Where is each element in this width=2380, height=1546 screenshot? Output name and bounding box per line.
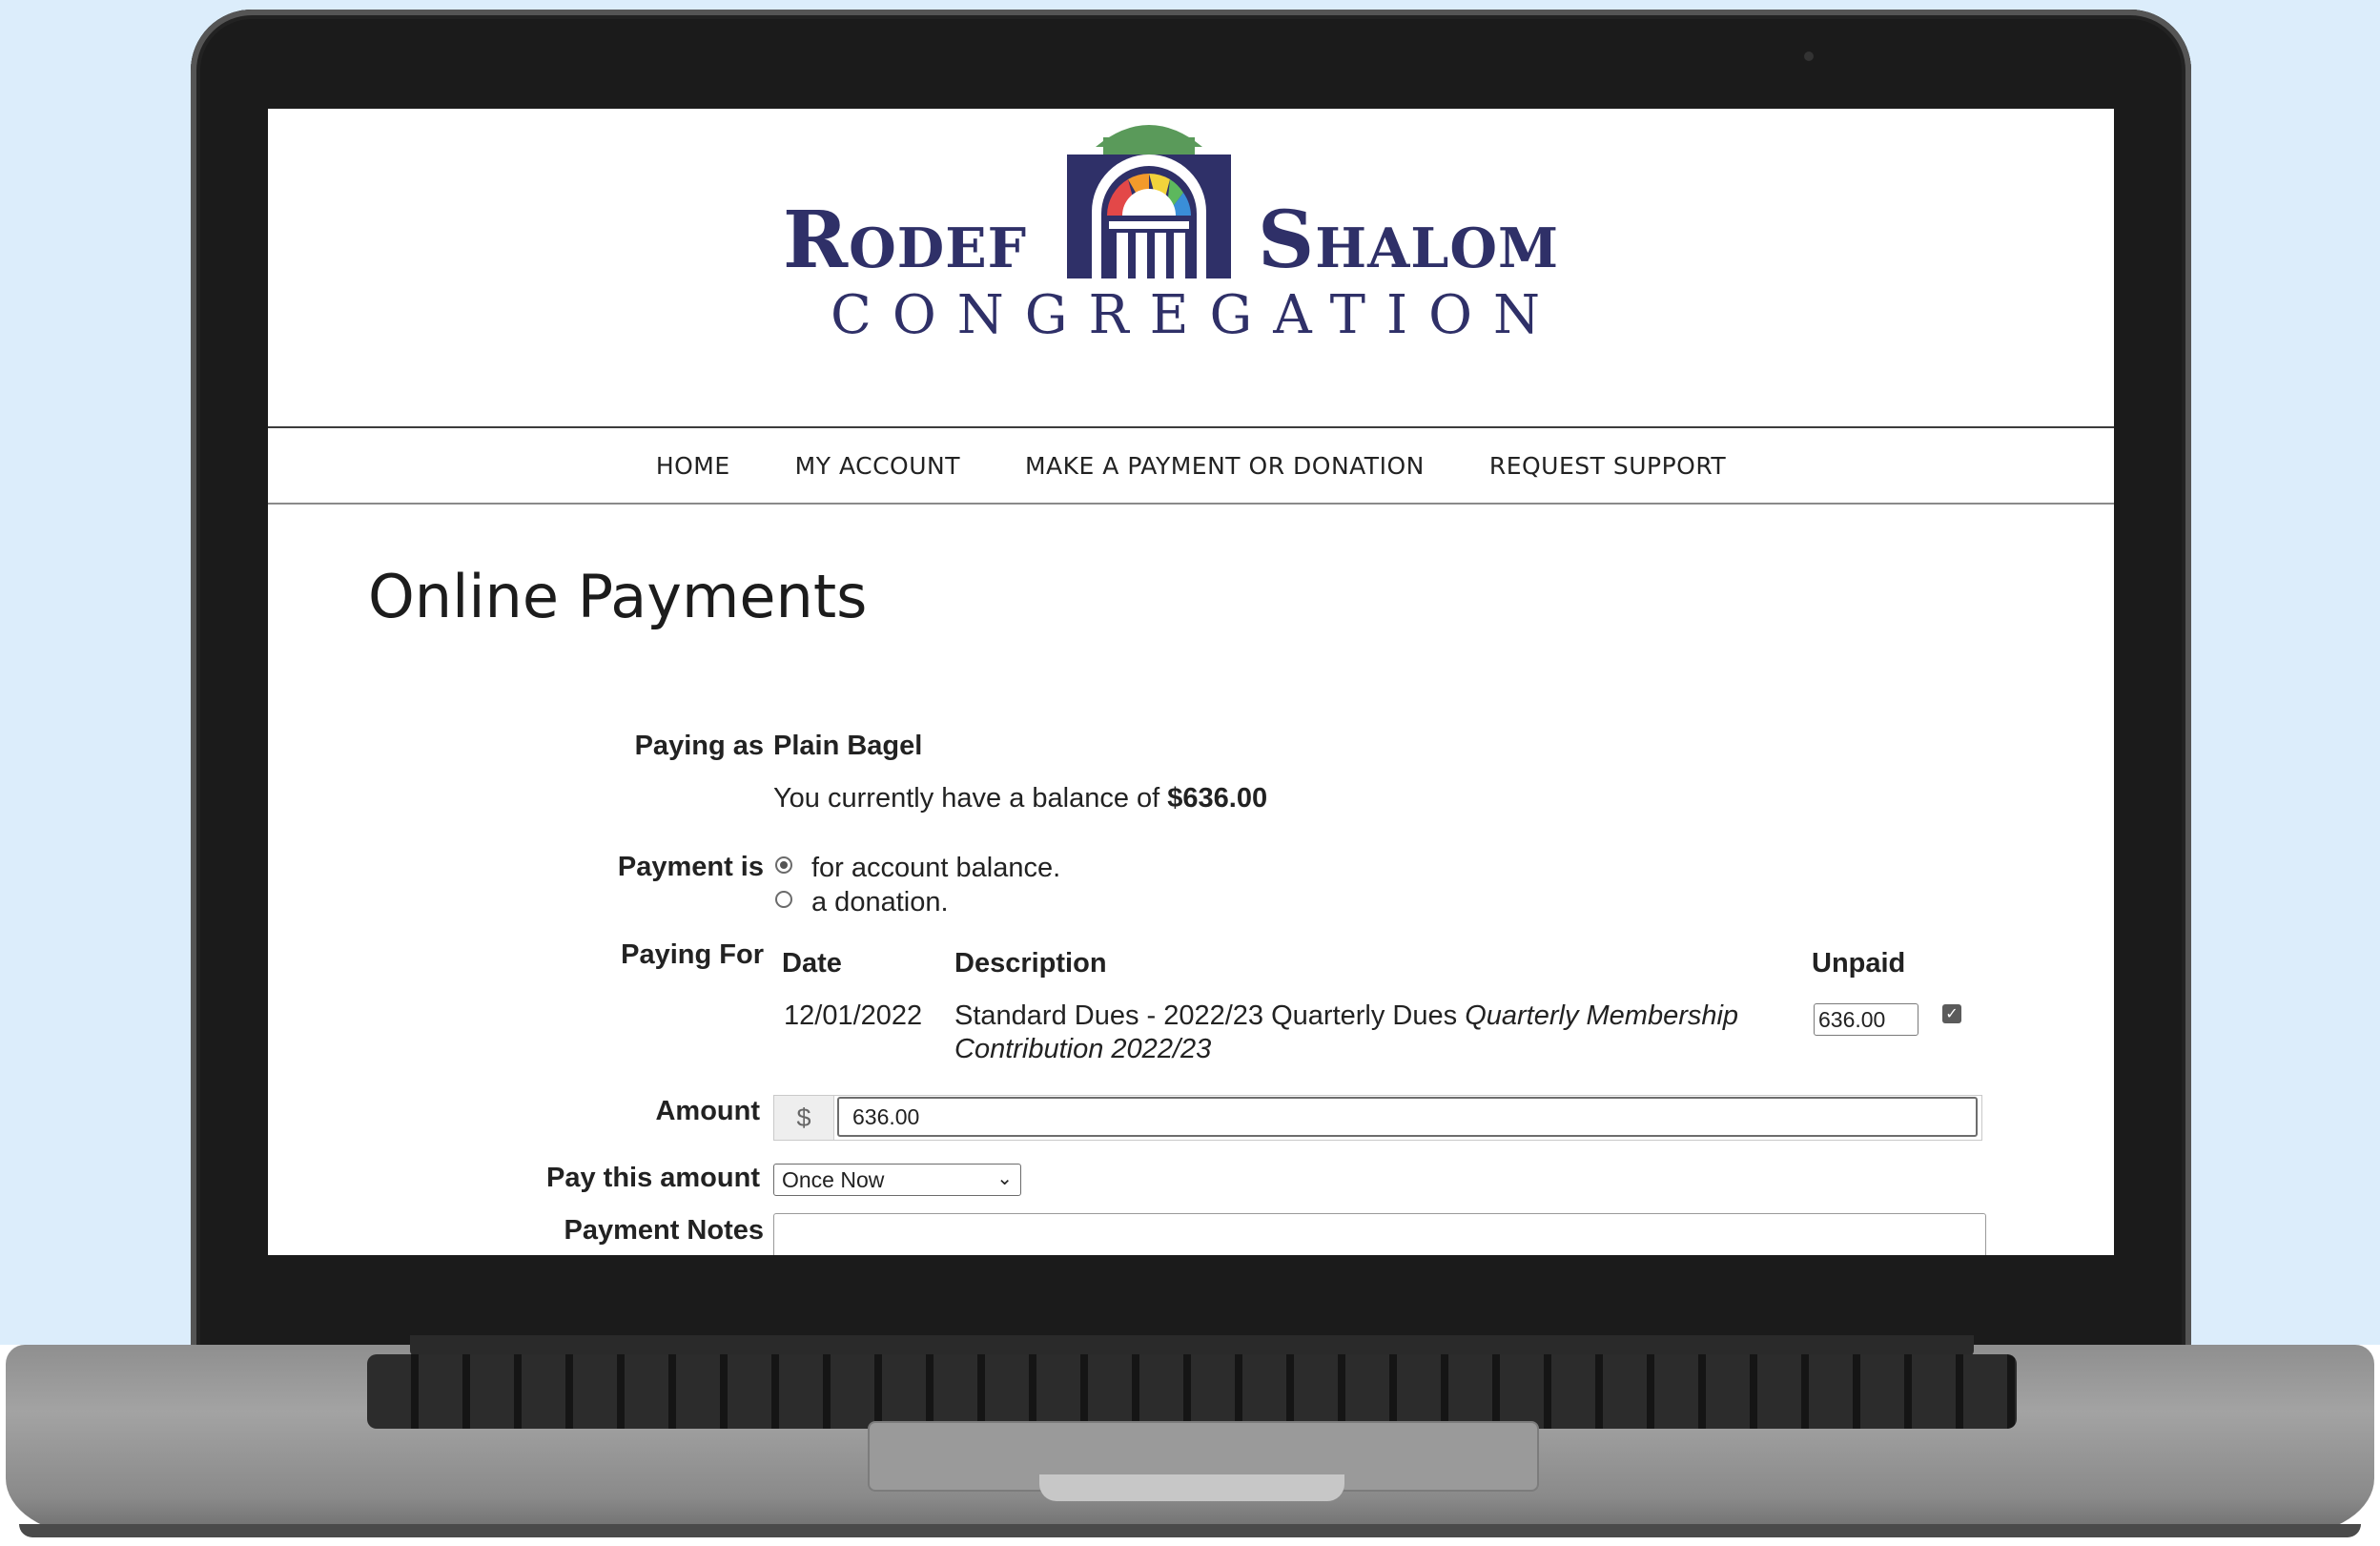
balance-value: $636.00 (1167, 783, 1268, 814)
row-date: 12/01/2022 (784, 1000, 923, 1031)
laptop-notch (1039, 1474, 1344, 1501)
balance-text: You currently have a balance of $636.00 (773, 783, 1267, 814)
paying-as-label: Paying as (634, 731, 764, 761)
col-header-description: Description (954, 948, 1107, 979)
frequency-selected-value: Once Now (782, 1167, 885, 1192)
logo-subtitle: Congregation (831, 284, 1562, 346)
frequency-select[interactable]: Once Now ⌄ (773, 1164, 1021, 1196)
balance-prefix: You currently have a balance of (773, 783, 1168, 814)
row-description-italic-2: Contribution 2022/23 (954, 1034, 1212, 1064)
option-donation-label[interactable]: a donation. (811, 887, 949, 918)
radio-donation[interactable] (775, 891, 792, 908)
payment-notes-input[interactable] (773, 1213, 1986, 1255)
amount-label: Amount (655, 1096, 760, 1126)
frequency-label: Pay this amount (546, 1163, 760, 1193)
row-description-main: Standard Dues - 2022/23 Quarterly Dues (954, 1000, 1466, 1031)
col-header-unpaid: Unpaid (1812, 948, 1906, 979)
page-title: Online Payments (368, 562, 868, 631)
laptop-keyboard (367, 1354, 2017, 1429)
col-header-date: Date (782, 948, 842, 979)
nav-my-account[interactable]: MY ACCOUNT (795, 452, 960, 480)
site-logo[interactable]: Rodef Shalom Congregation (268, 109, 2114, 423)
row-description-italic: Quarterly Membership (1465, 1000, 1739, 1031)
camera-icon (1804, 52, 1814, 61)
option-account-balance-label[interactable]: for account balance. (811, 853, 1060, 884)
laptop-foot (19, 1524, 2361, 1537)
main-nav: HOME MY ACCOUNT MAKE A PAYMENT OR DONATI… (268, 426, 2114, 505)
browser-screen: Rodef Shalom Congregation HOME MY ACCOUN… (268, 109, 2114, 1255)
nav-request-support[interactable]: REQUEST SUPPORT (1489, 452, 1726, 480)
row-description: Standard Dues - 2022/23 Quarterly Dues Q… (954, 1000, 1738, 1032)
unpaid-amount-input[interactable]: 636.00 (1814, 1003, 1918, 1036)
radio-account-balance[interactable] (775, 856, 792, 874)
row-select-checkbox[interactable]: ✓ (1942, 1004, 1961, 1023)
currency-prefix: $ (774, 1096, 834, 1140)
paying-for-label: Paying For (621, 939, 764, 970)
payment-notes-label: Payment Notes (564, 1215, 764, 1246)
logo-word-right: Shalom (1258, 195, 1560, 286)
amount-input[interactable]: 636.00 (837, 1097, 1978, 1137)
nav-home[interactable]: HOME (656, 452, 730, 480)
logo-word-left: Rodef (783, 195, 1028, 286)
payment-is-label: Payment is (617, 852, 764, 882)
paying-as-value: Plain Bagel (773, 731, 923, 761)
nav-make-payment[interactable]: MAKE A PAYMENT OR DONATION (1025, 452, 1425, 480)
chevron-down-icon: ⌄ (996, 1168, 1013, 1189)
temple-emblem-icon (1067, 125, 1231, 278)
amount-input-group: $ 636.00 (773, 1095, 1982, 1141)
laptop-hinge (410, 1335, 1974, 1356)
